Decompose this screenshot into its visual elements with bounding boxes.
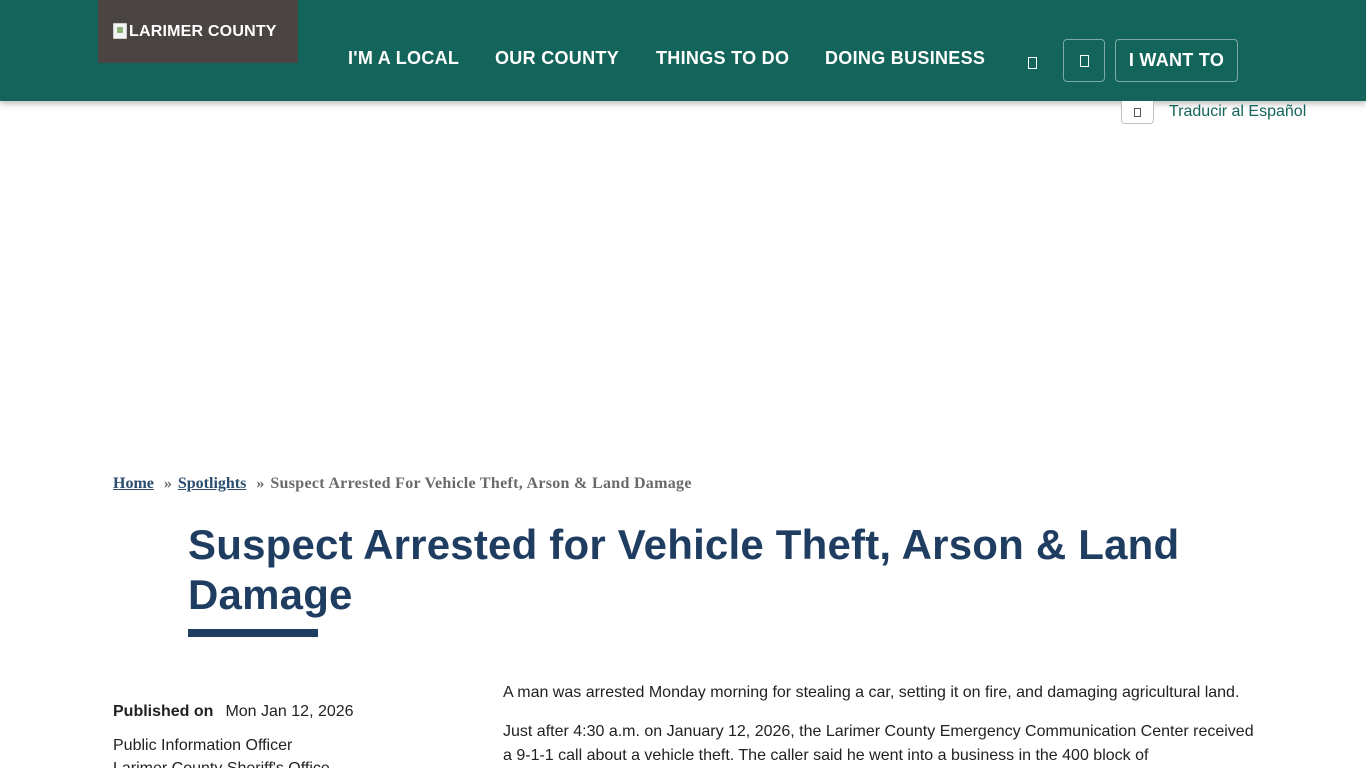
published-date: Mon Jan 12, 2026 [225,703,354,720]
breadcrumb-spotlights[interactable]: Spotlights [178,475,246,492]
breadcrumb-home[interactable]: Home [113,475,154,492]
breadcrumb-current: Suspect Arrested For Vehicle Theft, Arso… [270,475,692,492]
search-button[interactable] [1063,39,1105,82]
article-paragraph: Just after 4:30 a.m. on January 12, 2026… [503,723,1254,764]
broken-image-icon [113,22,127,39]
site-logo[interactable]: LARIMER COUNTY [98,0,298,63]
article-paragraph: A man was arrested Monday morning for st… [503,684,1240,701]
page-title: Suspect Arrested for Vehicle Theft, Arso… [188,521,1180,618]
nav-our-county[interactable]: OUR COUNTY [495,48,619,69]
translate-link[interactable]: Traducir al Español [1169,103,1306,121]
author-line-2: Larimer County Sheriff's Office [113,760,330,768]
i-want-to-button[interactable]: I WANT TO [1115,39,1238,82]
title-underline [188,629,318,637]
logo-alt-text: LARIMER COUNTY [129,22,277,40]
site-header: LARIMER COUNTY I'M A LOCAL OUR COUNTY TH… [0,0,1366,101]
breadcrumb-separator: » [163,475,172,492]
author-line-1: Public Information Officer [113,737,293,754]
breadcrumb-separator: » [256,475,265,492]
translate-toggle-button[interactable] [1121,101,1154,124]
search-icon [1079,54,1089,67]
nav-im-a-local[interactable]: I'M A LOCAL [348,48,459,69]
chevron-glyph-icon[interactable] [1028,53,1037,74]
published-meta: Published on Mon Jan 12, 2026 [113,703,354,721]
translate-toggle-icon [1134,107,1141,117]
article-body: A man was arrested Monday morning for st… [503,681,1263,768]
nav-doing-business[interactable]: DOING BUSINESS [825,48,985,69]
published-label: Published on [113,703,214,720]
breadcrumb: Home » Spotlights » Suspect Arrested For Veh… [113,475,692,493]
nav-things-to-do[interactable]: THINGS TO DO [656,48,789,69]
